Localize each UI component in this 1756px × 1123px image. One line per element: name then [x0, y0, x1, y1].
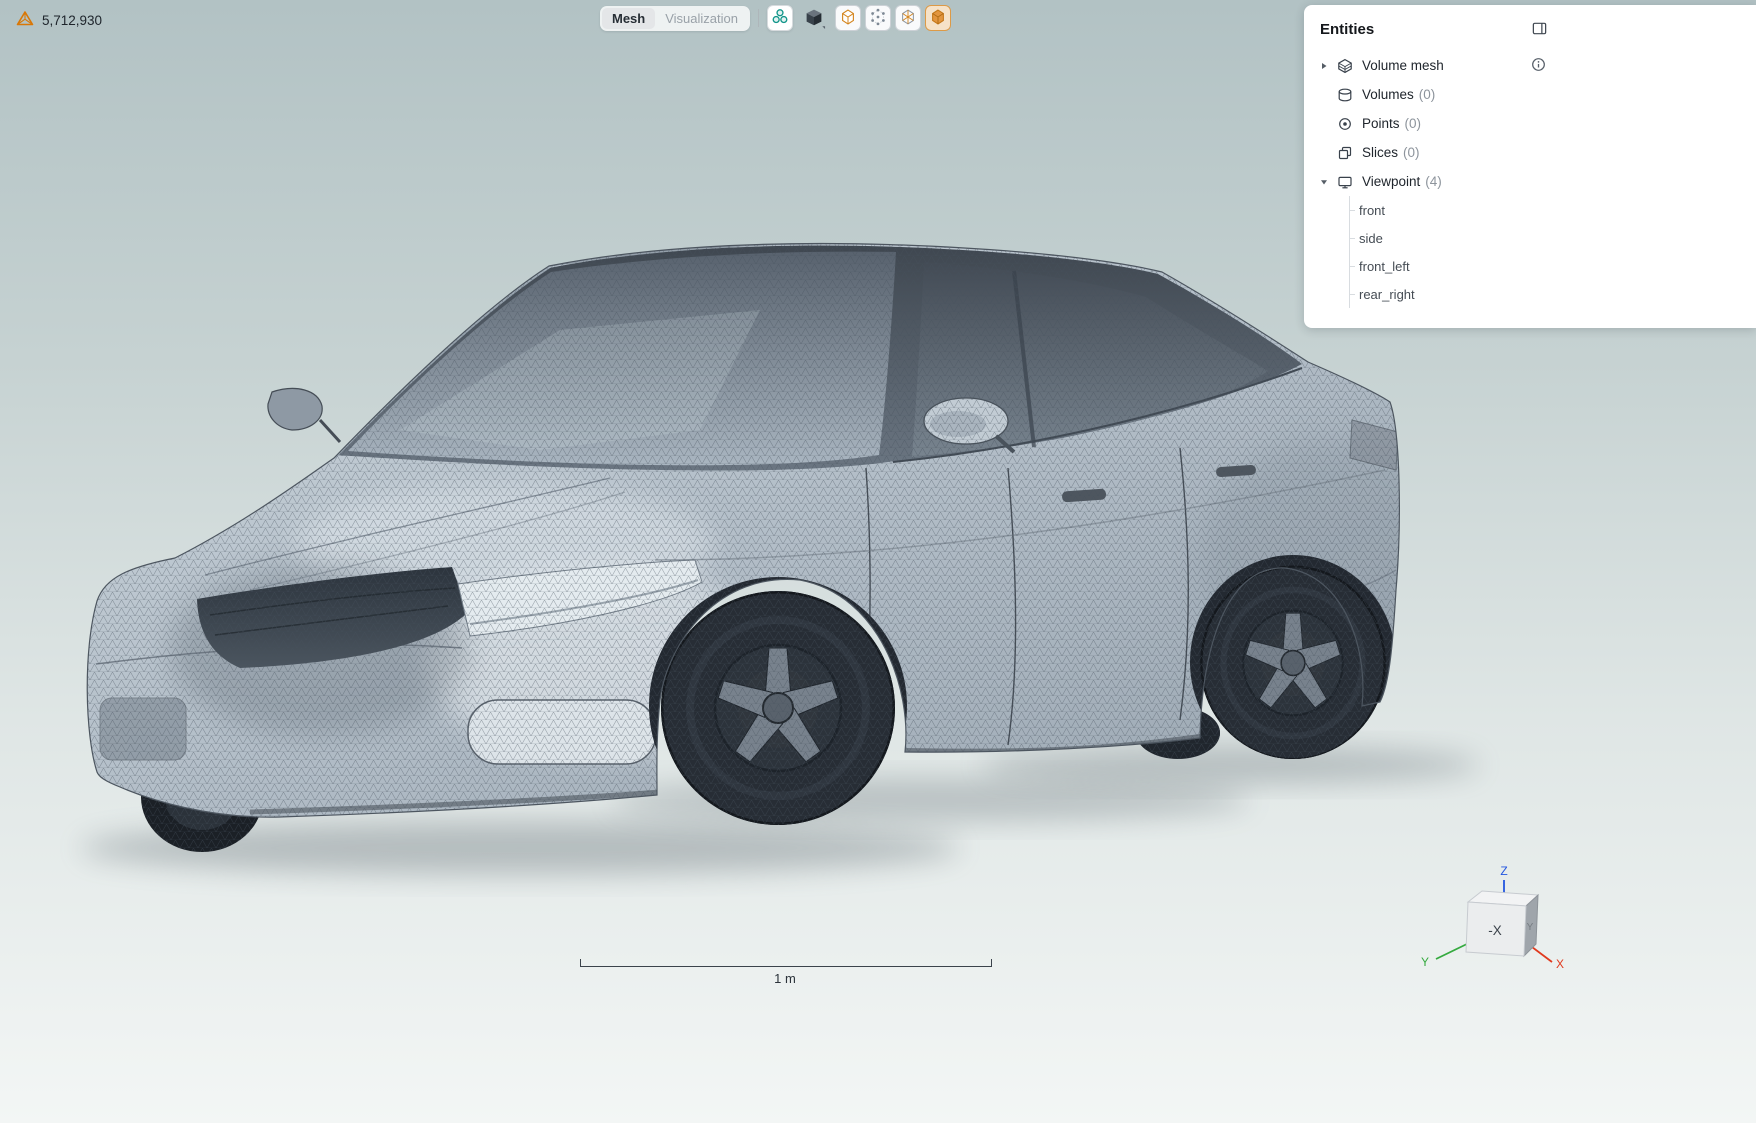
- z-axis-label: Z: [1500, 864, 1507, 878]
- viewpoint-item-label: rear_right: [1359, 287, 1415, 302]
- tree-item-viewpoint[interactable]: Viewpoint (4): [1304, 167, 1756, 196]
- viewpoint-item-rear-right[interactable]: rear_right: [1350, 280, 1756, 308]
- tree-item-count: (0): [1419, 87, 1436, 102]
- left-mirror: [268, 388, 340, 442]
- cell-count-value: 5,712,930: [42, 13, 102, 28]
- mesh-quality-icon: [769, 6, 791, 31]
- entities-panel: Entities Volume mesh: [1304, 5, 1756, 328]
- volumes-icon: [1337, 87, 1353, 103]
- display-surface-button[interactable]: [835, 5, 861, 31]
- tree-item-label: Viewpoint: [1362, 174, 1420, 189]
- gizmo-cube[interactable]: -X Y: [1466, 891, 1538, 956]
- viewpoint-item-label: side: [1359, 231, 1383, 246]
- tree-item-volume-mesh[interactable]: Volume mesh: [1304, 51, 1756, 80]
- scale-bar: [580, 959, 992, 967]
- nodes-cube-icon: [868, 7, 888, 30]
- viewpoint-item-label: front_left: [1359, 259, 1410, 274]
- viewer-toolbar: Mesh Visualization: [600, 4, 951, 32]
- toolbar-divider: [758, 9, 759, 27]
- tree-item-label: Volumes: [1362, 87, 1414, 102]
- surface-cube-icon: [838, 7, 858, 30]
- display-volume-button[interactable]: [925, 5, 951, 31]
- info-icon: [1531, 57, 1546, 75]
- viewpoint-children: front side front_left rear_right: [1349, 196, 1756, 308]
- car-mesh-model: [60, 220, 1460, 890]
- slices-icon: [1337, 145, 1353, 161]
- display-nodes-button[interactable]: [865, 5, 891, 31]
- tab-mesh[interactable]: Mesh: [602, 8, 655, 29]
- viewpoint-item-label: front: [1359, 203, 1385, 218]
- y-axis-label: Y: [1421, 955, 1429, 969]
- tree-item-label: Slices: [1362, 145, 1398, 160]
- caret-down-icon[interactable]: [1320, 178, 1335, 186]
- info-button[interactable]: [1530, 57, 1547, 74]
- volume-cube-icon: [928, 7, 948, 30]
- tree-item-volumes[interactable]: Volumes (0): [1304, 80, 1756, 109]
- tree-item-count: (0): [1403, 145, 1420, 160]
- tree-item-count: (0): [1405, 116, 1422, 131]
- mesh-wireframe-overlay: [60, 220, 1440, 890]
- tree-item-points[interactable]: Points (0): [1304, 109, 1756, 138]
- viewpoint-icon: [1337, 174, 1353, 190]
- scale-bar-label: 1 m: [580, 971, 990, 986]
- tree-item-label: Volume mesh: [1362, 58, 1444, 73]
- edges-cube-icon: [898, 7, 918, 30]
- view-cube-button[interactable]: [801, 5, 827, 31]
- caret-right-icon[interactable]: [1320, 62, 1335, 70]
- gizmo-side-face-label: Y: [1527, 922, 1534, 933]
- view-cube-icon: [802, 5, 826, 32]
- viewpoint-item-front-left[interactable]: front_left: [1350, 252, 1756, 280]
- tab-visualization[interactable]: Visualization: [655, 8, 748, 29]
- tree-item-slices[interactable]: Slices (0): [1304, 138, 1756, 167]
- orientation-gizmo[interactable]: -X Y Z Y X: [1412, 864, 1568, 976]
- x-axis-label: X: [1556, 957, 1564, 971]
- volume-mesh-icon: [1337, 58, 1353, 74]
- mesh-display-group: [835, 5, 951, 31]
- collapse-panel-icon: [1531, 20, 1548, 40]
- panel-title: Entities: [1320, 21, 1374, 38]
- tree-item-label: Points: [1362, 116, 1400, 131]
- gizmo-front-face-label: -X: [1488, 923, 1502, 938]
- mesh-cell-count: 5,712,930: [16, 10, 102, 30]
- entities-panel-header: Entities: [1304, 5, 1756, 51]
- display-edges-button[interactable]: [895, 5, 921, 31]
- viewpoint-item-side[interactable]: side: [1350, 224, 1756, 252]
- viewpoint-item-front[interactable]: front: [1350, 196, 1756, 224]
- mode-tab-group: Mesh Visualization: [600, 6, 750, 31]
- points-icon: [1337, 116, 1353, 132]
- tree-item-count: (4): [1425, 174, 1442, 189]
- collapse-panel-button[interactable]: [1530, 21, 1548, 39]
- mesh-quality-button[interactable]: [767, 5, 793, 31]
- mesh-cells-icon: [16, 10, 34, 30]
